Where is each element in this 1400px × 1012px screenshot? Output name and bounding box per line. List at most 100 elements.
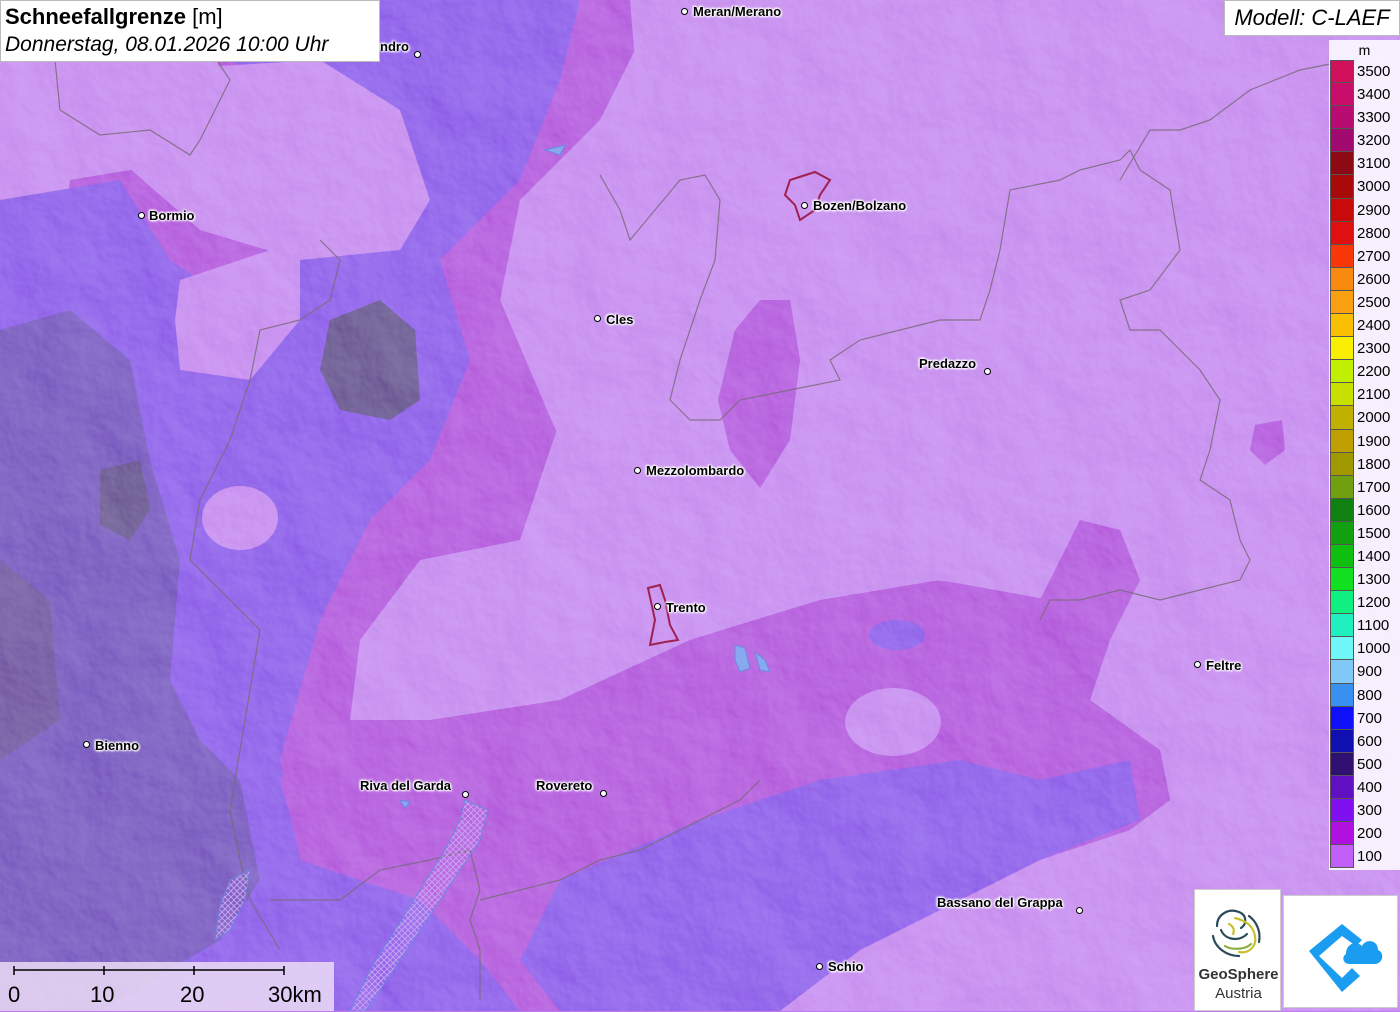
legend-swatch [1330, 429, 1354, 453]
city-label-bormio: Bormio [149, 208, 195, 223]
city-label-feltre: Feltre [1206, 658, 1242, 673]
legend-swatch [1330, 60, 1354, 84]
city-marker-meran [680, 7, 688, 15]
legend-swatch [1330, 544, 1354, 569]
legend-row: 1800 [1329, 452, 1400, 476]
city-marker-schio [815, 962, 823, 970]
legend-label: 3200 [1357, 132, 1391, 150]
legend-row: 100 [1329, 845, 1400, 869]
scale-label-20: 20 [180, 982, 205, 1007]
city-marker-sondrio [413, 50, 421, 58]
legend-swatch [1330, 290, 1354, 315]
map-datetime: Donnerstag, 08.01.2026 10:00 Uhr [5, 33, 329, 56]
map-title: Schneefallgrenze [m] [5, 4, 223, 29]
legend-label: 700 [1357, 709, 1383, 727]
legend-row: 1200 [1329, 591, 1400, 615]
legend-swatch [1330, 521, 1354, 545]
city-marker-bormio [137, 211, 145, 219]
legend-swatch [1330, 452, 1354, 476]
legend-swatch [1330, 244, 1354, 268]
city-label-rovereto: Rovereto [536, 778, 593, 793]
legend-label: 900 [1357, 663, 1383, 681]
legend-row: 2400 [1329, 314, 1400, 338]
legend-label: 2000 [1357, 409, 1391, 427]
scale-label-0: 0 [8, 982, 21, 1007]
legend-swatch [1330, 799, 1354, 823]
legend-label: 1400 [1357, 547, 1391, 565]
geosphere-emblem-icon [1211, 909, 1261, 958]
geosphere-text-1: GeoSphere [1198, 966, 1279, 983]
legend-row: 200 [1329, 822, 1400, 846]
legend-swatch [1330, 406, 1354, 430]
legend-row: 500 [1329, 752, 1400, 776]
legend-label: 3400 [1357, 86, 1391, 104]
legend-swatch [1330, 637, 1354, 661]
legend-row: 3400 [1329, 83, 1400, 107]
legend-row: 300 [1329, 799, 1400, 823]
legend-row: 3200 [1329, 129, 1400, 153]
legend-label: 3300 [1357, 109, 1391, 127]
legend-swatch [1330, 337, 1354, 361]
legend-swatch [1330, 568, 1354, 592]
legend-label: 500 [1357, 755, 1383, 773]
map-title-box: Schneefallgrenze [m] Donnerstag, 08.01.2… [0, 0, 380, 62]
legend-swatch [1330, 360, 1354, 384]
legend-swatch [1330, 314, 1354, 338]
legend-row: 1300 [1329, 568, 1400, 592]
legend-swatch [1330, 383, 1354, 407]
scale-label-10: 10 [90, 982, 115, 1007]
city-label-bozen: Bozen/Bolzano [813, 198, 907, 213]
legend-label: 2400 [1357, 317, 1391, 335]
color-legend: m 3500 3400 3300 3200 3100 3000 2900 2800 2700 26… [1329, 40, 1400, 870]
city-marker-rovereto [599, 789, 607, 797]
city-marker-bassano [1075, 906, 1083, 914]
legend-label: 2600 [1357, 270, 1391, 288]
legend-swatch [1330, 660, 1354, 684]
legend-swatch [1330, 591, 1354, 615]
legend-label: 1100 [1357, 617, 1390, 635]
legend-row: 2900 [1329, 198, 1400, 222]
legend-swatch [1330, 498, 1354, 522]
city-label-schio: Schio [828, 959, 864, 974]
city-marker-cles [593, 314, 601, 322]
city-label-trento: Trento [666, 600, 706, 615]
legend-swatch [1330, 267, 1354, 291]
legend-label: 2200 [1357, 363, 1391, 381]
scale-label-30km: 30km [268, 982, 322, 1007]
geosphere-logo[interactable]: GeoSphere Austria [1194, 889, 1281, 1011]
legend-swatch [1330, 706, 1354, 730]
legend-unit: m [1358, 42, 1371, 58]
legend-row: 3500 [1329, 60, 1400, 84]
legend-label: 300 [1357, 802, 1383, 819]
legend-row: 1600 [1329, 498, 1400, 522]
legend-label: 3000 [1357, 178, 1391, 196]
legend-label: 1200 [1357, 594, 1391, 612]
legend-row: 3100 [1329, 152, 1400, 176]
legend-row: 1700 [1329, 475, 1400, 499]
legend-label: 2100 [1357, 386, 1391, 404]
legend-swatch [1330, 175, 1354, 199]
city-label-sondrio: ndro [380, 39, 409, 54]
weather-app-logo[interactable] [1283, 895, 1398, 1008]
legend-swatch [1330, 475, 1354, 499]
legend-row: 1400 [1329, 544, 1400, 569]
legend-row: 1000 [1329, 637, 1400, 661]
legend-label: 1900 [1357, 432, 1391, 450]
legend-swatch [1330, 775, 1354, 799]
city-label-bienno: Bienno [95, 738, 140, 753]
legend-swatch [1330, 683, 1354, 707]
legend-label: 1700 [1357, 478, 1391, 496]
legend-label: 1500 [1357, 524, 1391, 542]
city-marker-feltre [1193, 660, 1201, 668]
legend-row: 1900 [1329, 429, 1400, 453]
legend-row: 2500 [1329, 290, 1400, 315]
city-marker-trento [653, 602, 661, 610]
city-marker-bienno [82, 740, 90, 748]
snowline-map [0, 0, 1400, 1011]
legend-row: 2700 [1329, 244, 1400, 268]
legend-swatch [1330, 129, 1354, 153]
legend-label: 1800 [1357, 455, 1391, 473]
model-label: Modell: C-LAEF [1224, 0, 1400, 36]
legend-row: 2100 [1329, 383, 1400, 407]
legend-row: 2300 [1329, 337, 1400, 361]
